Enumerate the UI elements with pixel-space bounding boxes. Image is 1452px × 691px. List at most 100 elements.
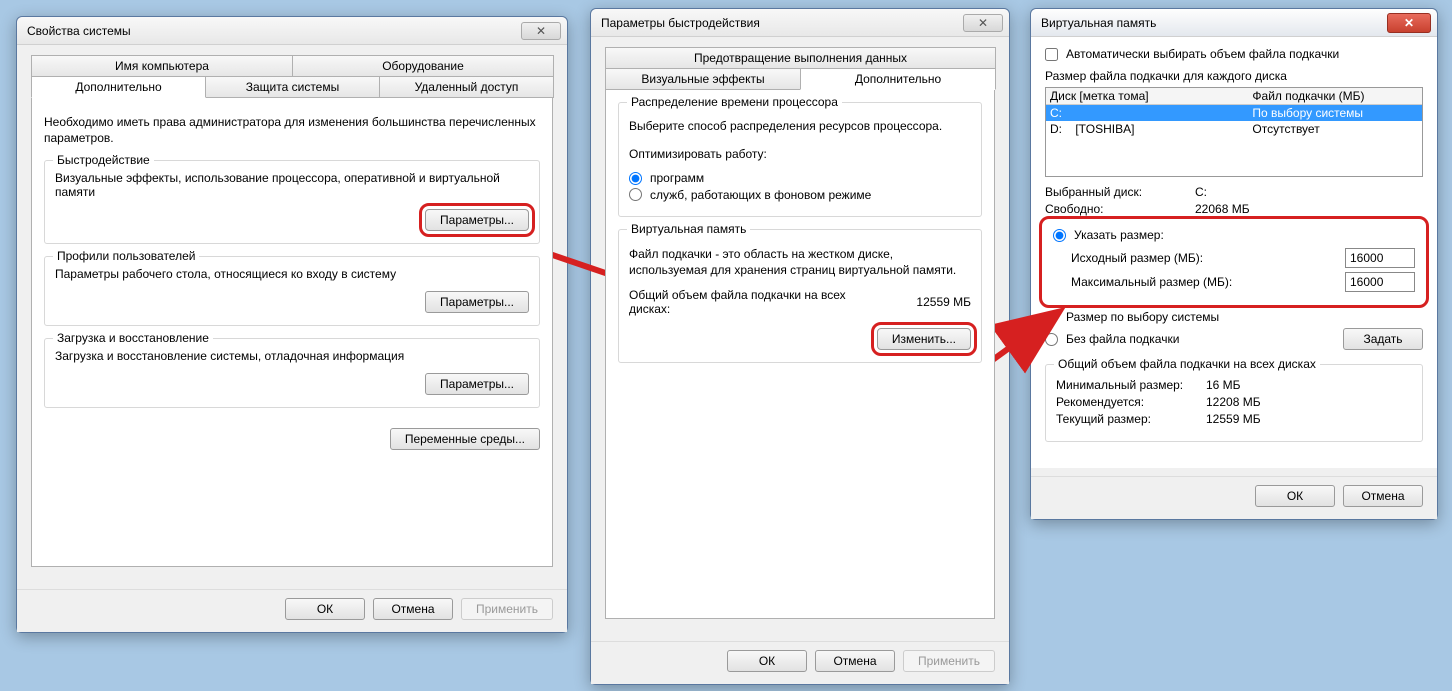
tab-dep[interactable]: Предотвращение выполнения данных	[605, 47, 996, 69]
total-value: 12559 МБ	[881, 295, 971, 309]
radio-services[interactable]: служб, работающих в фоновом режиме	[629, 188, 871, 202]
intro-text: Необходимо иметь права администратора дл…	[44, 114, 540, 146]
tab-system-protection[interactable]: Защита системы	[205, 76, 380, 98]
rec-label: Рекомендуется:	[1056, 395, 1206, 409]
dialog-footer: ОК Отмена Применить	[17, 589, 567, 632]
ok-button[interactable]: ОК	[285, 598, 365, 620]
apply-button[interactable]: Применить	[903, 650, 995, 672]
radio-label: Указать размер:	[1074, 228, 1164, 242]
drive-list-header: Диск [метка тома] Файл подкачки (МБ)	[1046, 88, 1422, 105]
startup-settings-button[interactable]: Параметры...	[425, 373, 529, 395]
group-title: Быстродействие	[53, 153, 154, 167]
dialog-footer: ОК Отмена Применить	[591, 641, 1009, 684]
performance-options-window: Параметры быстродействия ✕ Предотвращени…	[590, 8, 1010, 685]
tab-advanced[interactable]: Дополнительно	[800, 68, 996, 90]
cancel-button[interactable]: Отмена	[815, 650, 895, 672]
drive-cell: C:	[1050, 106, 1252, 120]
radio-programs[interactable]: программ	[629, 171, 704, 185]
tab-visual-effects[interactable]: Визуальные эффекты	[605, 68, 801, 90]
col-drive: Диск [метка тома]	[1050, 89, 1252, 103]
titlebar[interactable]: Виртуальная память ✕	[1031, 9, 1437, 37]
tab-hardware[interactable]: Оборудование	[292, 55, 554, 77]
cancel-button[interactable]: Отмена	[1343, 485, 1423, 507]
dialog-body: Предотвращение выполнения данных Визуаль…	[591, 37, 1009, 633]
dialog-body: Автоматически выбирать объем файла подка…	[1031, 37, 1437, 468]
min-label: Минимальный размер:	[1056, 378, 1206, 392]
ok-button[interactable]: ОК	[1255, 485, 1335, 507]
performance-settings-button[interactable]: Параметры...	[425, 209, 529, 231]
startup-group: Загрузка и восстановление Загрузка и вос…	[44, 338, 540, 408]
tab-computer-name[interactable]: Имя компьютера	[31, 55, 293, 77]
group-title: Общий объем файла подкачки на всех диска…	[1054, 357, 1320, 371]
cur-value: 12559 МБ	[1206, 412, 1261, 426]
set-button[interactable]: Задать	[1343, 328, 1423, 350]
max-size-label: Максимальный размер (МБ):	[1071, 275, 1345, 289]
custom-size-block: Указать размер: Исходный размер (МБ): Ма…	[1045, 222, 1423, 302]
drive-cell: D: [TOSHIBA]	[1050, 122, 1252, 136]
cancel-button[interactable]: Отмена	[373, 598, 453, 620]
window-title: Параметры быстродействия	[601, 16, 760, 30]
tab-remote[interactable]: Удаленный доступ	[379, 76, 554, 98]
radio-system-managed[interactable]: Размер по выбору системы	[1045, 310, 1411, 324]
titlebar[interactable]: Параметры быстродействия ✕	[591, 9, 1009, 37]
drive-row[interactable]: D: [TOSHIBA] Отсутствует	[1046, 121, 1422, 137]
close-icon[interactable]: ✕	[521, 22, 561, 40]
env-vars-button[interactable]: Переменные среды...	[390, 428, 540, 450]
radio-label: служб, работающих в фоновом режиме	[650, 188, 871, 202]
group-title: Распределение времени процессора	[627, 95, 842, 109]
radio-label: Без файла подкачки	[1066, 332, 1179, 346]
tabs: Имя компьютера Оборудование Дополнительн…	[31, 55, 553, 97]
radio-label: Размер по выбору системы	[1066, 310, 1219, 324]
group-title: Профили пользователей	[53, 249, 199, 263]
scheduling-group: Распределение времени процессора Выберит…	[618, 102, 982, 217]
totals-group: Общий объем файла подкачки на всех диска…	[1045, 364, 1423, 442]
drive-list[interactable]: Диск [метка тома] Файл подкачки (МБ) C: …	[1045, 87, 1423, 177]
radio-custom-size[interactable]: Указать размер:	[1053, 228, 1403, 242]
tab-content: Распределение времени процессора Выберит…	[605, 89, 995, 619]
group-text: Выберите способ распределения ресурсов п…	[629, 119, 971, 133]
tab-content: Необходимо иметь права администратора дл…	[31, 97, 553, 567]
group-title: Загрузка и восстановление	[53, 331, 213, 345]
profiles-group: Профили пользователей Параметры рабочего…	[44, 256, 540, 326]
dialog-footer: ОК Отмена	[1031, 476, 1437, 519]
total-label: Общий объем файла подкачки на всех диска…	[629, 288, 881, 316]
radio-no-paging[interactable]: Без файла подкачки	[1045, 332, 1179, 346]
paging-cell: По выбору системы	[1252, 106, 1418, 120]
tab-advanced[interactable]: Дополнительно	[31, 76, 206, 98]
window-title: Свойства системы	[27, 24, 131, 38]
rec-value: 12208 МБ	[1206, 395, 1261, 409]
profiles-settings-button[interactable]: Параметры...	[425, 291, 529, 313]
change-vm-button[interactable]: Изменить...	[877, 328, 971, 350]
close-icon[interactable]: ✕	[1387, 13, 1431, 33]
free-space-label: Свободно:	[1045, 202, 1195, 216]
drive-row[interactable]: C: По выбору системы	[1046, 105, 1422, 121]
ok-button[interactable]: ОК	[727, 650, 807, 672]
auto-manage-checkbox[interactable]: Автоматически выбирать объем файла подка…	[1045, 47, 1411, 61]
optimize-label: Оптимизировать работу:	[629, 147, 971, 161]
max-size-input[interactable]	[1345, 272, 1415, 292]
cur-label: Текущий размер:	[1056, 412, 1206, 426]
list-section-label: Размер файла подкачки для каждого диска	[1045, 69, 1423, 83]
dialog-body: Имя компьютера Оборудование Дополнительн…	[17, 45, 567, 581]
initial-size-input[interactable]	[1345, 248, 1415, 268]
titlebar[interactable]: Свойства системы ✕	[17, 17, 567, 45]
group-text: Загрузка и восстановление системы, отлад…	[55, 349, 529, 363]
radio-label: программ	[650, 171, 704, 185]
virtual-memory-group: Виртуальная память Файл подкачки - это о…	[618, 229, 982, 363]
selected-drive-label: Выбранный диск:	[1045, 185, 1195, 199]
checkbox-label: Автоматически выбирать объем файла подка…	[1066, 47, 1339, 61]
window-title: Виртуальная память	[1041, 16, 1156, 30]
performance-group: Быстродействие Визуальные эффекты, испол…	[44, 160, 540, 244]
selected-drive-value: C:	[1195, 185, 1207, 199]
free-space-value: 22068 МБ	[1195, 202, 1250, 216]
group-text: Параметры рабочего стола, относящиеся ко…	[55, 267, 529, 281]
tabs: Предотвращение выполнения данных Визуаль…	[605, 47, 995, 89]
col-paging: Файл подкачки (МБ)	[1252, 89, 1418, 103]
close-icon[interactable]: ✕	[963, 14, 1003, 32]
paging-cell: Отсутствует	[1252, 122, 1418, 136]
group-text: Визуальные эффекты, использование процес…	[55, 171, 529, 199]
apply-button[interactable]: Применить	[461, 598, 553, 620]
initial-size-label: Исходный размер (МБ):	[1071, 251, 1345, 265]
vm-text: Файл подкачки - это область на жестком д…	[629, 246, 971, 278]
system-properties-window: Свойства системы ✕ Имя компьютера Оборуд…	[16, 16, 568, 633]
